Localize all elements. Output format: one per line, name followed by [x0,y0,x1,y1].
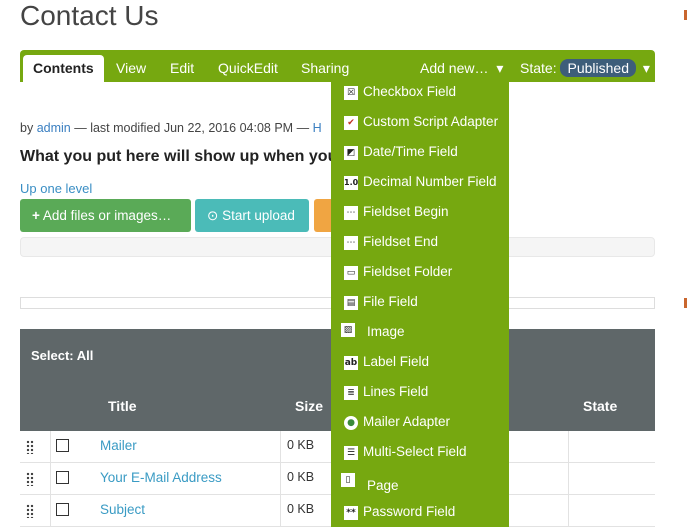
add-files-label: Add files or images… [42,208,172,223]
item-title-link[interactable]: Subject [100,502,145,517]
menu-item-lines-field[interactable]: ≣ Lines Field [331,380,509,410]
select-all-link[interactable]: Select: All [31,348,93,363]
image-icon: ▨ [341,323,355,337]
menu-item-fieldset-end[interactable]: ⋯ Fieldset End [331,230,509,260]
menu-item-date-time-field[interactable]: ◩ Date/Time Field [331,140,509,170]
tab-edit[interactable]: Edit [170,50,194,82]
byline-prefix: by [20,121,34,135]
drag-handle-icon[interactable] [26,440,34,454]
add-new-menu-button[interactable]: Add new… ▾ [420,50,503,82]
menu-item-password-field[interactable]: ** Password Field [331,500,509,530]
decimal-number-field-icon: 1.0 [344,176,358,190]
fieldset-end-icon: ⋯ [344,236,358,250]
item-size: 0 KB [287,438,315,452]
tab-view[interactable]: View [116,50,146,82]
menu-item-checkbox-field[interactable]: ☒ Checkbox Field [331,80,509,110]
multi-select-field-icon: ☰ [344,446,358,460]
drag-handle-icon[interactable] [26,472,34,486]
checkbox-field-icon: ☒ [344,86,358,100]
menu-item-label-field[interactable]: ab Label Field [331,350,509,380]
menu-item-decimal-number-field[interactable]: 1.0 Decimal Number Field [331,170,509,200]
menu-item-page[interactable]: ▯ Page [331,470,509,500]
tab-quickedit[interactable]: QuickEdit [218,50,278,82]
drag-handle-icon[interactable] [26,504,34,518]
row-checkbox[interactable] [56,471,69,484]
column-header-state[interactable]: State [583,398,617,414]
mailer-adapter-icon: ● [344,416,358,430]
menu-item-custom-script-adapter[interactable]: ✔ Custom Script Adapter [331,110,509,140]
edit-toolbar: Contents View Edit QuickEdit Sharing Add… [20,50,655,82]
page-icon: ▯ [341,473,355,487]
page-title: Contact Us [20,0,159,31]
lines-field-icon: ≣ [344,386,358,400]
chevron-down-icon: ▾ [642,60,650,76]
up-one-level-link[interactable]: Up one level [20,181,92,196]
author-link[interactable]: admin [37,121,71,135]
item-size: 0 KB [287,502,315,516]
add-new-label: Add new… [420,60,489,76]
item-title-link[interactable]: Your E-Mail Address [100,470,222,485]
add-new-dropdown-menu: ☒ Checkbox Field ✔ Custom Script Adapter… [331,80,509,527]
state-menu-button[interactable]: State: Published ▾ [520,50,650,82]
start-upload-button[interactable]: ⊙ Start upload [195,199,309,232]
file-field-icon: ▤ [344,296,358,310]
row-checkbox[interactable] [56,439,69,452]
document-description: What you put here will show up when you [20,148,338,165]
item-size: 0 KB [287,470,315,484]
label-field-icon: ab [344,356,358,370]
upload-icon: ⊙ [207,208,219,223]
fieldset-begin-icon: ⋯ [344,206,358,220]
menu-item-multi-select-field[interactable]: ☰ Multi-Select Field [331,440,509,470]
menu-item-fieldset-folder[interactable]: ▭ Fieldset Folder [331,260,509,290]
add-files-button[interactable]: + Add files or images… [20,199,191,232]
history-link[interactable]: H [313,121,322,135]
chevron-down-icon: ▾ [496,60,504,76]
plus-icon: + [32,208,40,223]
state-label: State: [520,60,557,76]
item-title-link[interactable]: Mailer [100,438,137,453]
menu-item-file-field[interactable]: ▤ File Field [331,290,509,320]
last-modified-text: — last modified Jun 22, 2016 04:08 PM — [74,121,310,135]
state-badge: Published [560,59,636,77]
column-header-title[interactable]: Title [108,398,137,414]
date-time-field-icon: ◩ [344,146,358,160]
document-byline: by admin — last modified Jun 22, 2016 04… [20,121,322,135]
menu-item-image[interactable]: ▨ Image [331,320,509,350]
password-field-icon: ** [344,506,358,520]
custom-script-adapter-icon: ✔ [344,116,358,130]
column-header-size[interactable]: Size [295,398,323,414]
tab-sharing[interactable]: Sharing [301,50,349,82]
row-checkbox[interactable] [56,503,69,516]
menu-item-fieldset-begin[interactable]: ⋯ Fieldset Begin [331,200,509,230]
fieldset-folder-icon: ▭ [344,266,358,280]
tab-contents[interactable]: Contents [23,55,104,82]
start-upload-label: Start upload [222,208,295,223]
menu-item-mailer-adapter[interactable]: ● Mailer Adapter [331,410,509,440]
